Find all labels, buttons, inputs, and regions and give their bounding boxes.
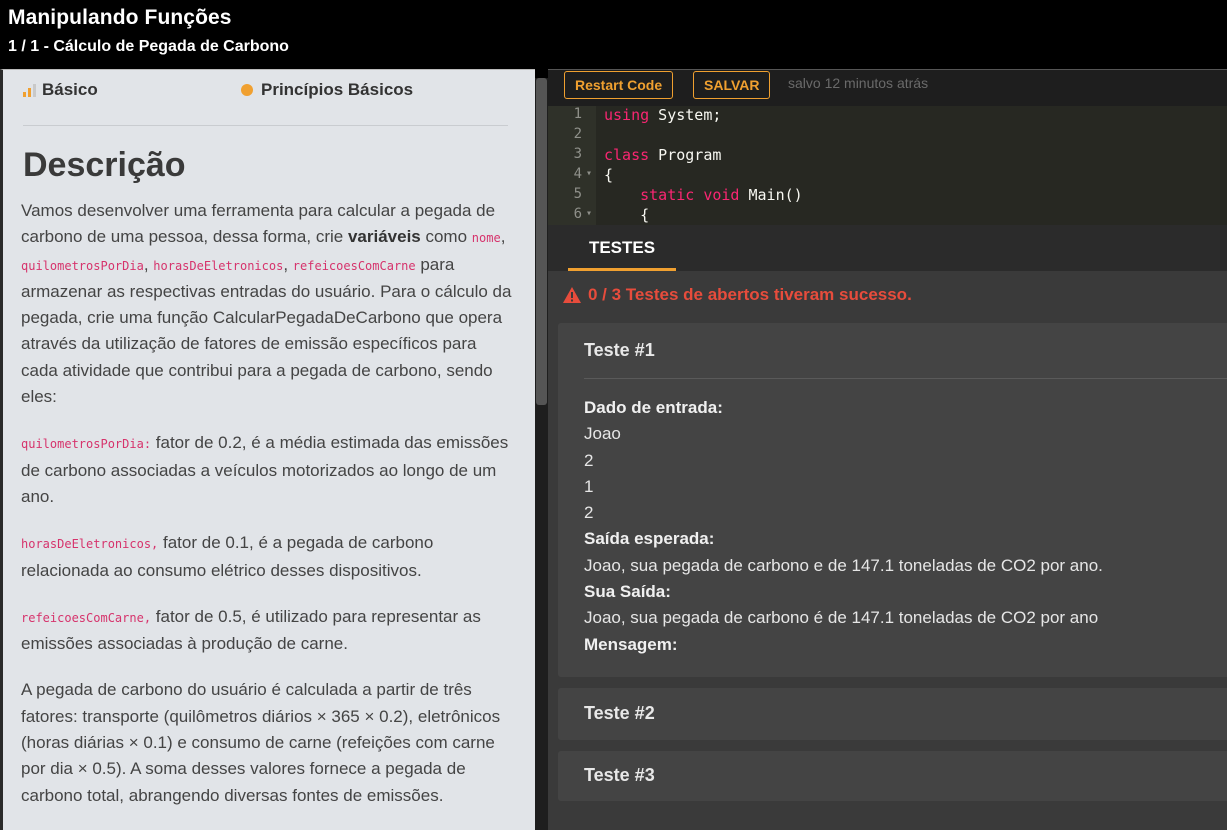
test-title[interactable]: Teste #3 <box>584 765 655 786</box>
test-title[interactable]: Teste #2 <box>584 703 655 724</box>
description-paragraph: refeicoesComCarne, fator de 0.5, é utili… <box>21 604 516 658</box>
inline-code: quilometrosPorDia <box>21 258 144 273</box>
code-line[interactable]: 5 static void Main() <box>548 186 1227 206</box>
editor-toolbar: Restart Code SALVAR salvo 12 minutos atr… <box>548 69 1227 106</box>
inline-code: horasDeEletronicos <box>153 258 284 273</box>
description-paragraph: Vamos desenvolver uma ferramenta para ca… <box>21 198 516 410</box>
description-title: Descrição <box>23 146 186 184</box>
code-editor[interactable]: 1 using System; 2 3 class Program 4 ▾ { … <box>548 106 1227 225</box>
text: A pegada de carbono do usuário é calcula… <box>21 680 501 805</box>
lesson-meta: Básico Princípios Básicos <box>23 80 508 126</box>
code-text: static void Main() <box>604 186 803 204</box>
line-number: 5 <box>573 186 582 202</box>
description-paragraph: horasDeEletronicos, fator de 0.1, é a pe… <box>21 530 516 584</box>
panel-scrollbar[interactable] <box>535 78 548 830</box>
input-value: 2 <box>584 503 594 523</box>
scrollbar-thumb[interactable] <box>536 78 547 405</box>
input-value: 1 <box>584 476 594 496</box>
code-text: { <box>604 206 650 224</box>
line-number: 3 <box>573 146 582 162</box>
code-text: using System; <box>604 106 722 124</box>
restart-code-button[interactable]: Restart Code <box>564 71 674 99</box>
lesson-title: 1 / 1 - Cálculo de Pegada de Carbono <box>8 38 289 55</box>
text: , <box>500 227 506 247</box>
description-panel: Básico Princípios Básicos Descrição Vamo… <box>0 69 535 830</box>
fold-arrow-icon[interactable]: ▾ <box>586 168 592 179</box>
warning-icon <box>563 287 581 303</box>
top-header: Manipulando Funções 1 / 1 - Cálculo de P… <box>0 0 1227 69</box>
inline-code: quilometrosPorDia: <box>21 437 152 452</box>
code-text: class Program <box>604 146 722 164</box>
code-line[interactable]: 4 ▾ { <box>548 166 1227 186</box>
description-paragraph: quilometrosPorDia: fator de 0.2, é a méd… <box>21 430 516 510</box>
category-indicator: Princípios Básicos <box>241 80 413 100</box>
save-button[interactable]: SALVAR <box>693 71 771 99</box>
description-body: Vamos desenvolver uma ferramenta para ca… <box>21 198 516 829</box>
category-dot-icon <box>241 84 253 96</box>
text: , <box>143 254 154 274</box>
expected-label: Saída esperada: <box>584 529 715 549</box>
code-line[interactable]: 2 <box>548 126 1227 146</box>
workspace-panel: Restart Code SALVAR salvo 12 minutos atr… <box>548 69 1227 830</box>
message-label: Mensagem: <box>584 634 678 654</box>
text: para armazenar as respectivas entradas d… <box>21 254 512 407</box>
inline-code: refeicoesComCarne <box>292 258 416 273</box>
your-output: Joao, sua pegada de carbono é de 147.1 t… <box>584 608 1099 628</box>
level-label: Básico <box>42 80 98 99</box>
inline-code: nome <box>471 231 501 246</box>
text: como <box>420 227 472 247</box>
inline-code: horasDeEletronicos, <box>21 537 159 552</box>
test-card-2[interactable]: Teste #2 <box>558 688 1227 740</box>
code-text: { <box>604 166 614 184</box>
inline-code: refeicoesComCarne, <box>21 610 152 625</box>
tests-status-text: 0 / 3 Testes de abertos tiveram sucesso. <box>588 285 912 304</box>
signal-bars-icon <box>23 83 36 97</box>
bold-text: variáveis <box>347 227 421 247</box>
test-card-3[interactable]: Teste #3 <box>558 751 1227 801</box>
your-output-label: Sua Saída: <box>584 582 671 602</box>
text: , <box>283 254 289 274</box>
line-number: 6 <box>573 206 582 222</box>
test-card-1[interactable]: Teste #1 Dado de entrada: Joao 2 1 2 Saí… <box>558 323 1227 677</box>
level-indicator: Básico <box>23 80 98 100</box>
code-line[interactable]: 3 class Program <box>548 146 1227 166</box>
category-label: Princípios Básicos <box>261 80 414 99</box>
line-number: 4 <box>573 166 582 182</box>
saved-status: salvo 12 minutos atrás <box>788 75 929 91</box>
tests-status: 0 / 3 Testes de abertos tiveram sucesso. <box>562 285 912 305</box>
divider <box>584 378 1227 379</box>
course-title: Manipulando Funções <box>8 6 232 29</box>
test-details: Dado de entrada: Joao 2 1 2 Saída espera… <box>584 395 1103 658</box>
tab-tests[interactable]: TESTES <box>568 225 676 271</box>
tests-tabbar: TESTES <box>548 225 1227 271</box>
line-number: 1 <box>573 106 582 122</box>
expected-output: Joao, sua pegada de carbono e de 147.1 t… <box>584 555 1103 575</box>
input-value: 2 <box>584 450 594 470</box>
test-title[interactable]: Teste #1 <box>584 340 655 361</box>
code-line[interactable]: 6 ▾ { <box>548 206 1227 225</box>
input-label: Dado de entrada: <box>584 398 723 417</box>
description-paragraph: A pegada de carbono do usuário é calcula… <box>21 677 516 808</box>
code-line[interactable]: 1 using System; <box>548 106 1227 126</box>
line-number: 2 <box>573 126 582 142</box>
input-value: Joao <box>584 424 621 444</box>
fold-arrow-icon[interactable]: ▾ <box>586 208 592 219</box>
